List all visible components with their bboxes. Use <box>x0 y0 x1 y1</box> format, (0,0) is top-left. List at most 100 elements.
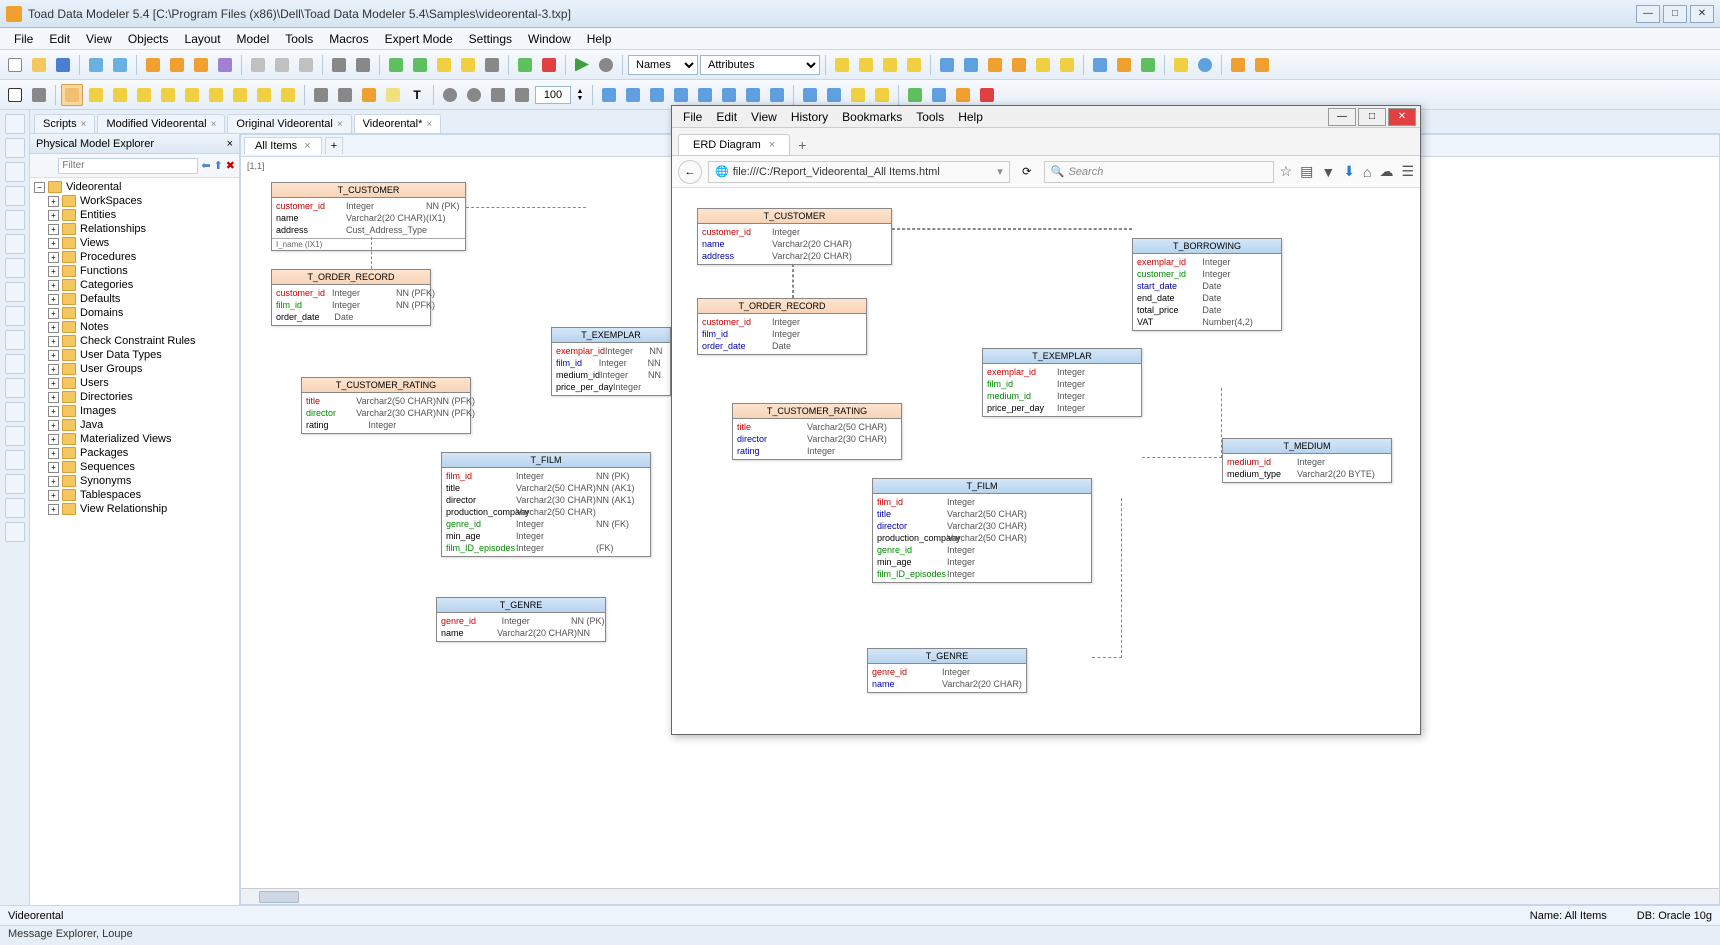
align5-icon[interactable] <box>694 84 716 106</box>
strip-btn-7[interactable] <box>5 258 25 278</box>
strip-btn-18[interactable] <box>5 522 25 542</box>
tree-node-synonyms[interactable]: +Synonyms <box>32 474 237 488</box>
group-icon[interactable] <box>28 84 50 106</box>
table-t-exemplar[interactable]: T_EXEMPLAR exemplar_idIntegerNNfilm_idIn… <box>551 327 671 396</box>
zoom-out-icon[interactable] <box>463 84 485 106</box>
tree-node-defaults[interactable]: +Defaults <box>32 292 237 306</box>
note-icon[interactable] <box>382 84 404 106</box>
open-icon[interactable] <box>28 54 50 76</box>
table-t-customer-rating[interactable]: T_CUSTOMER_RATING titleVarchar2(50 CHAR)… <box>301 377 471 434</box>
star-icon[interactable]: ☆ <box>1280 163 1293 180</box>
tree-node-domains[interactable]: +Domains <box>32 306 237 320</box>
play-icon[interactable] <box>571 54 593 76</box>
strip-btn-14[interactable] <box>5 426 25 446</box>
arrow-left-icon[interactable]: ⬅ <box>201 159 210 172</box>
br-menu-view[interactable]: View <box>744 108 784 126</box>
rpt-t-medium[interactable]: T_MEDIUMmedium_idIntegermedium_typeVarch… <box>1222 438 1392 483</box>
tree-node-entities[interactable]: +Entities <box>32 208 237 222</box>
hamburger-icon[interactable]: ☰ <box>1401 163 1414 180</box>
menu-macros[interactable]: Macros <box>321 30 376 48</box>
zoom-in-icon[interactable] <box>439 84 461 106</box>
layer3-icon[interactable] <box>952 84 974 106</box>
download-icon[interactable]: ⬇ <box>1343 163 1355 180</box>
tree-node-notes[interactable]: +Notes <box>32 320 237 334</box>
strip-btn-5[interactable] <box>5 210 25 230</box>
close-icon[interactable]: × <box>81 119 87 130</box>
ex5-icon[interactable] <box>1032 54 1054 76</box>
db-icon[interactable] <box>142 54 164 76</box>
br-menu-help[interactable]: Help <box>951 108 990 126</box>
browser-tab[interactable]: ERD Diagram× <box>678 134 790 155</box>
zoom-spin-icon[interactable]: ▲▼ <box>573 84 587 106</box>
strip-btn-12[interactable] <box>5 378 25 398</box>
strip-btn-8[interactable] <box>5 282 25 302</box>
close-icon[interactable]: × <box>211 119 217 130</box>
tree-node-images[interactable]: +Images <box>32 404 237 418</box>
cat2-icon[interactable] <box>1113 54 1135 76</box>
misc3-icon[interactable] <box>433 54 455 76</box>
align12-icon[interactable] <box>871 84 893 106</box>
rpt-t-film[interactable]: T_FILMfilm_idIntegertitleVarchar2(50 CHA… <box>872 478 1092 583</box>
sync-icon[interactable]: ☁ <box>1379 163 1393 180</box>
tree-node-view-relationship[interactable]: +View Relationship <box>32 502 237 516</box>
tab-scripts[interactable]: Scripts× <box>34 114 95 133</box>
rel7-icon[interactable] <box>229 84 251 106</box>
paste-icon[interactable] <box>295 54 317 76</box>
reload-icon[interactable]: ⟳ <box>1016 165 1038 178</box>
align1-icon[interactable] <box>598 84 620 106</box>
pocket-icon[interactable]: ▼ <box>1321 164 1335 180</box>
strip-btn-16[interactable] <box>5 474 25 494</box>
align6-icon[interactable] <box>718 84 740 106</box>
tree-node-tablespaces[interactable]: +Tablespaces <box>32 488 237 502</box>
close-icon[interactable]: × <box>426 119 432 130</box>
table-t-film[interactable]: T_FILM film_idIntegerNN (PK)titleVarchar… <box>441 452 651 557</box>
wizard-icon[interactable] <box>214 54 236 76</box>
rel2-icon[interactable] <box>109 84 131 106</box>
tree-root[interactable]: Videorental <box>66 181 121 193</box>
rel9-icon[interactable] <box>277 84 299 106</box>
names-dropdown[interactable]: Names <box>628 55 698 75</box>
tab-modified[interactable]: Modified Videorental× <box>97 114 225 133</box>
menu-model[interactable]: Model <box>229 30 278 48</box>
tree-node-user-data-types[interactable]: +User Data Types <box>32 348 237 362</box>
tree-sort-icon[interactable] <box>46 158 55 174</box>
canvas-tab-add[interactable]: + <box>325 137 343 154</box>
cat1-icon[interactable] <box>1089 54 1111 76</box>
remove-icon[interactable] <box>538 54 560 76</box>
browser-new-tab[interactable]: + <box>790 135 814 155</box>
table-t-order-record[interactable]: T_ORDER_RECORD customer_idIntegerNN (PFK… <box>271 269 431 326</box>
menu-settings[interactable]: Settings <box>461 30 520 48</box>
br-menu-tools[interactable]: Tools <box>909 108 951 126</box>
ex3-icon[interactable] <box>984 54 1006 76</box>
browser-content[interactable]: T_CUSTOMERcustomer_idIntegernameVarchar2… <box>672 188 1420 734</box>
br-minimize-button[interactable]: — <box>1328 108 1356 126</box>
tab-videorental[interactable]: Videorental*× <box>354 114 442 133</box>
zoom-fit-icon[interactable] <box>487 84 509 106</box>
strip-btn-1[interactable] <box>5 114 25 134</box>
canvas-tab-all[interactable]: All Items × <box>244 137 322 154</box>
tree-node-directories[interactable]: +Directories <box>32 390 237 404</box>
br-menu-history[interactable]: History <box>784 108 835 126</box>
tree-node-user-groups[interactable]: +User Groups <box>32 362 237 376</box>
save-icon[interactable] <box>52 54 74 76</box>
entity-icon[interactable] <box>61 84 83 106</box>
align4-icon[interactable] <box>670 84 692 106</box>
tree-node-functions[interactable]: +Functions <box>32 264 237 278</box>
zoom-100-icon[interactable] <box>511 84 533 106</box>
layer1-icon[interactable] <box>904 84 926 106</box>
gear-icon[interactable] <box>595 54 617 76</box>
rpt-t-customer-rating[interactable]: T_CUSTOMER_RATINGtitleVarchar2(50 CHAR)d… <box>732 403 902 460</box>
br-close-button[interactable]: ✕ <box>1388 108 1416 126</box>
strip-btn-2[interactable] <box>5 138 25 158</box>
br-menu-edit[interactable]: Edit <box>709 108 744 126</box>
rpt-t-order-record[interactable]: T_ORDER_RECORDcustomer_idIntegerfilm_idI… <box>697 298 867 355</box>
list-icon[interactable]: ▤ <box>1300 163 1313 180</box>
tree-node-views[interactable]: +Views <box>32 236 237 250</box>
user2-icon[interactable] <box>1251 54 1273 76</box>
tree-node-workspaces[interactable]: +WorkSpaces <box>32 194 237 208</box>
strip-btn-10[interactable] <box>5 330 25 350</box>
strip-btn-9[interactable] <box>5 306 25 326</box>
menu-file[interactable]: File <box>6 30 41 48</box>
explorer-close-icon[interactable]: × <box>227 138 233 150</box>
misc2-icon[interactable] <box>409 54 431 76</box>
